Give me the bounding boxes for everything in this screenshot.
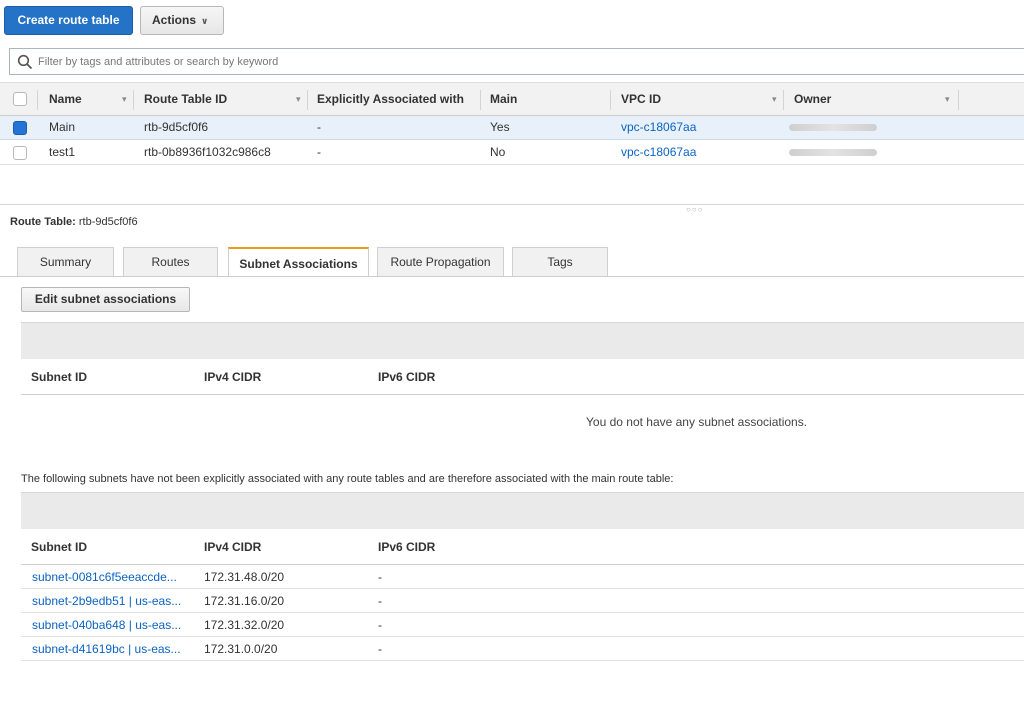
column-header-subnet-id[interactable]: Subnet ID <box>31 529 87 565</box>
cell-route-table-id: rtb-9d5cf0f6 <box>144 120 209 134</box>
column-header-name[interactable]: Name <box>49 83 82 116</box>
table-row: subnet-040ba648 | us-eas... 172.31.32.0/… <box>21 613 1024 637</box>
column-label: Route Table ID <box>144 92 228 106</box>
owner-redacted <box>789 149 877 156</box>
tab-routes[interactable]: Routes <box>123 247 218 277</box>
column-label: VPC ID <box>621 92 662 106</box>
column-header-vpc-id[interactable]: VPC ID <box>621 83 661 116</box>
cell-ipv6-cidr: - <box>378 594 382 608</box>
empty-associations-message: You do not have any subnet associations. <box>586 415 808 429</box>
tab-summary[interactable]: Summary <box>17 247 114 277</box>
cell-ipv6-cidr: - <box>378 570 382 584</box>
cell-main: No <box>490 145 506 159</box>
actions-label: Actions <box>152 13 197 27</box>
column-header-explicitly-associated[interactable]: Explicitly Associated with <box>317 83 464 116</box>
tab-subnet-associations[interactable]: Subnet Associations <box>228 247 369 277</box>
cell-ipv4-cidr: 172.31.48.0/20 <box>204 570 285 584</box>
cell-ipv4-cidr: 172.31.0.0/20 <box>204 642 278 656</box>
table-row: subnet-0081c6f5eeaccde... 172.31.48.0/20… <box>21 565 1024 589</box>
table-row[interactable]: Main rtb-9d5cf0f6 - Yes vpc-c18067aa <box>0 116 1024 140</box>
search-icon <box>17 54 33 70</box>
route-table-details-title: Route Table: rtb-9d5cf0f6 <box>10 216 138 228</box>
column-header-subnet-id[interactable]: Subnet ID <box>31 359 87 395</box>
column-label: Main <box>490 92 518 106</box>
subnet-id-link[interactable]: subnet-0081c6f5eeaccde... <box>32 565 177 589</box>
details-route-table-id: rtb-9d5cf0f6 <box>78 216 138 228</box>
cell-main: Yes <box>490 120 510 134</box>
sort-icon[interactable]: ▾ <box>772 94 777 105</box>
row-checkbox[interactable] <box>13 121 27 135</box>
owner-redacted <box>789 124 877 131</box>
cell-route-table-id: rtb-0b8936f1032c986c8 <box>144 145 271 159</box>
tab-tags[interactable]: Tags <box>512 247 608 277</box>
filter-search-bar[interactable] <box>9 48 1024 75</box>
tab-label: Summary <box>39 255 92 269</box>
explicit-associations-header: Subnet ID IPv4 CIDR IPv6 CIDR <box>21 359 1024 395</box>
column-header-ipv6-cidr[interactable]: IPv6 CIDR <box>378 359 435 395</box>
column-label: Name <box>49 92 82 106</box>
table-row[interactable]: test1 rtb-0b8936f1032c986c8 - No vpc-c18… <box>0 141 1024 165</box>
row-checkbox[interactable] <box>13 146 27 160</box>
column-header-ipv6-cidr[interactable]: IPv6 CIDR <box>378 529 435 565</box>
cell-explicit: - <box>317 145 321 159</box>
subnet-id-link[interactable]: subnet-2b9edb51 | us-eas... <box>32 589 181 613</box>
vpc-id-link[interactable]: vpc-c18067aa <box>621 116 696 139</box>
column-header-main[interactable]: Main <box>490 83 517 116</box>
table-row: subnet-2b9edb51 | us-eas... 172.31.16.0/… <box>21 589 1024 613</box>
edit-subnet-associations-button[interactable]: Edit subnet associations <box>21 287 190 312</box>
column-header-owner[interactable]: Owner <box>794 83 831 116</box>
subnet-id-link[interactable]: subnet-d41619bc | us-eas... <box>32 637 181 661</box>
chevron-down-icon: ∨ <box>201 16 209 26</box>
cell-name: Main <box>49 120 76 134</box>
tab-label: Route Propagation <box>390 255 491 269</box>
cell-ipv4-cidr: 172.31.16.0/20 <box>204 594 285 608</box>
pane-divider[interactable] <box>0 204 1024 205</box>
subnet-id-link[interactable]: subnet-040ba648 | us-eas... <box>32 613 181 637</box>
actions-dropdown-button[interactable]: Actions ∨ <box>140 6 224 35</box>
column-header-route-table-id[interactable]: Route Table ID <box>144 83 227 116</box>
implicit-associations-toolbar <box>21 492 1024 529</box>
tab-label: Subnet Associations <box>239 257 358 271</box>
sort-icon[interactable]: ▾ <box>945 94 950 105</box>
explicit-associations-toolbar <box>21 322 1024 359</box>
implicit-associations-note: The following subnets have not been expl… <box>21 473 674 485</box>
column-label: Owner <box>794 92 832 106</box>
sort-icon[interactable]: ▾ <box>122 94 127 105</box>
column-label: Explicitly Associated with <box>317 92 464 106</box>
select-all-checkbox[interactable] <box>13 92 27 106</box>
sort-icon[interactable]: ▾ <box>296 94 301 105</box>
resize-handle-icon[interactable]: ○○○ <box>686 205 704 214</box>
cell-ipv6-cidr: - <box>378 642 382 656</box>
details-label-prefix: Route Table: <box>10 216 76 228</box>
search-input[interactable] <box>38 52 738 72</box>
table-row: subnet-d41619bc | us-eas... 172.31.0.0/2… <box>21 637 1024 661</box>
create-route-table-button[interactable]: Create route table <box>4 6 133 35</box>
tab-route-propagation[interactable]: Route Propagation <box>377 247 504 277</box>
tab-label: Routes <box>151 255 190 269</box>
implicit-associations-header: Subnet ID IPv4 CIDR IPv6 CIDR <box>21 529 1024 565</box>
column-header-ipv4-cidr[interactable]: IPv4 CIDR <box>204 359 261 395</box>
tab-label: Tags <box>547 255 573 269</box>
tab-underline <box>0 276 1024 277</box>
cell-explicit: - <box>317 120 321 134</box>
vpc-id-link[interactable]: vpc-c18067aa <box>621 141 696 164</box>
cell-name: test1 <box>49 145 76 159</box>
column-header-ipv4-cidr[interactable]: IPv4 CIDR <box>204 529 261 565</box>
cell-ipv4-cidr: 172.31.32.0/20 <box>204 618 285 632</box>
cell-ipv6-cidr: - <box>378 618 382 632</box>
route-table-grid-header: Name ▾ Route Table ID ▾ Explicitly Assoc… <box>0 82 1024 116</box>
